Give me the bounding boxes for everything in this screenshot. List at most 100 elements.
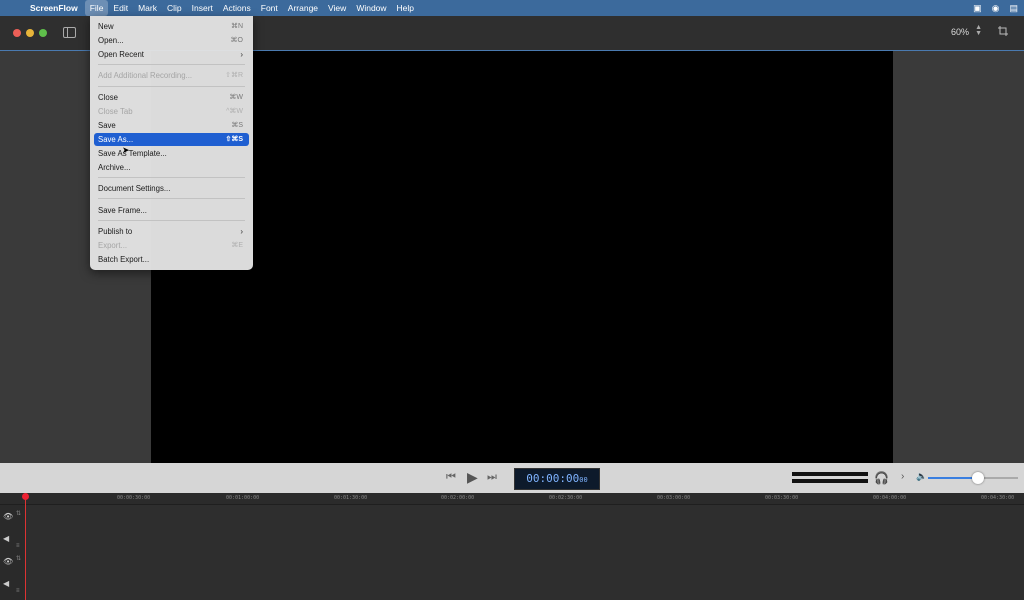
menu-actions[interactable]: Actions (218, 0, 256, 16)
volume-slider[interactable] (928, 472, 1018, 484)
ruler-tick: 00:01:30:00 (334, 495, 368, 501)
headphones-icon[interactable]: 🎧 (874, 471, 889, 485)
track-stepper-icon[interactable]: ⇅ (16, 555, 21, 562)
track-handle-icon[interactable]: ≡ (16, 588, 20, 594)
menu-item-close-tab[interactable]: Close Tab ^⌘W (94, 105, 249, 118)
menu-item-new[interactable]: New ⌘N (94, 20, 249, 33)
menu-item-shortcut: ⌘E (231, 242, 243, 249)
menu-item-save[interactable]: Save ⌘S (94, 119, 249, 132)
ruler-tick: 00:03:00:00 (657, 495, 691, 501)
menu-item-label: New (98, 22, 114, 31)
menu-separator (98, 220, 245, 221)
track-audio-speaker-icon[interactable]: ◀ (3, 579, 9, 588)
menu-item-publish-to[interactable]: Publish to › (94, 225, 249, 238)
status-eye-icon[interactable]: ◉ (992, 3, 1000, 14)
menu-item-save-as-template[interactable]: Save As Template... (94, 147, 249, 160)
menu-item-label: Add Additional Recording... (98, 71, 193, 80)
menu-item-archive[interactable]: Archive... (94, 161, 249, 174)
submenu-chevron-icon: › (240, 50, 243, 59)
menu-window[interactable]: Window (351, 0, 391, 16)
speaker-icon: 🔈 (916, 471, 928, 481)
menu-font[interactable]: Font (256, 0, 283, 16)
menu-item-label: Close (98, 93, 118, 102)
ruler-tick: 00:03:30:00 (765, 495, 799, 501)
volume-fill (928, 477, 978, 479)
menu-item-label: Batch Export... (98, 255, 150, 264)
zoom-level[interactable]: 60% (951, 27, 969, 37)
ruler-tick: 00:01:00:00 (226, 495, 260, 501)
menu-item-shortcut: ⌘W (229, 94, 243, 101)
menu-app-name[interactable]: ScreenFlow (28, 0, 85, 16)
menu-item-export[interactable]: Export... ⌘E (94, 239, 249, 252)
timecode-display[interactable]: 00:00:0000 (514, 468, 600, 490)
menu-item-label: Publish to (98, 227, 133, 236)
screen-record-icon[interactable]: ▣ (973, 3, 982, 14)
timeline-ruler[interactable]: 00:00:30:00 00:01:00:00 00:01:30:00 00:0… (0, 493, 1024, 505)
menu-edit[interactable]: Edit (108, 0, 133, 16)
track-handle-icon[interactable]: ≡ (16, 543, 20, 549)
menu-item-open[interactable]: Open... ⌘O (94, 34, 249, 47)
menu-item-shortcut: ⇧⌘R (225, 72, 243, 79)
rewind-icon[interactable]: ⏮ (446, 471, 456, 484)
ruler-tick: 00:04:30:00 (981, 495, 1015, 501)
track-visibility-eye-icon[interactable]: 👁 (3, 557, 13, 566)
menu-separator (98, 177, 245, 178)
timecode-frames: 00 (579, 476, 588, 484)
timeline-tracks[interactable] (0, 505, 1024, 600)
menu-separator (98, 64, 245, 65)
minimize-window-button[interactable] (26, 29, 34, 37)
menu-item-label: Save (98, 121, 116, 130)
menu-item-label: Open... (98, 36, 124, 45)
chevron-right-icon[interactable]: › (901, 471, 904, 482)
volume-knob[interactable] (971, 472, 984, 484)
submenu-chevron-icon: › (240, 227, 243, 236)
menu-item-save-as[interactable]: Save As... ⇧⌘S (94, 133, 249, 146)
menu-item-label: Save Frame... (98, 206, 147, 215)
menu-bar: ScreenFlow File Edit Mark Clip Insert Ac… (0, 0, 1024, 16)
playhead-handle[interactable] (22, 493, 29, 500)
ruler-tick: 00:04:00:00 (873, 495, 907, 501)
menu-item-batch-export[interactable]: Batch Export... (94, 253, 249, 266)
crop-icon[interactable] (998, 26, 1008, 36)
menu-item-document-settings[interactable]: Document Settings... (94, 182, 249, 195)
menu-item-label: Export... (98, 241, 128, 250)
menu-item-label: Archive... (98, 163, 131, 172)
menu-view[interactable]: View (323, 0, 351, 16)
menu-help[interactable]: Help (392, 0, 419, 16)
file-menu-dropdown: New ⌘N Open... ⌘O Open Recent › Add Addi… (90, 16, 253, 270)
menu-separator (98, 86, 245, 87)
transport-bar: ⏮ ▶ ⏭ 00:00:0000 🎧 › 🔈 (0, 463, 1024, 493)
menu-item-add-additional-recording[interactable]: Add Additional Recording... ⇧⌘R (94, 69, 249, 82)
ruler-tick: 00:02:30:00 (549, 495, 583, 501)
menu-extra-icon[interactable]: ▤ (1009, 3, 1018, 14)
zoom-stepper-icon[interactable]: ▲ ▼ (975, 24, 982, 37)
menu-item-label: Save As... (98, 135, 134, 144)
menu-item-close[interactable]: Close ⌘W (94, 91, 249, 104)
menu-item-open-recent[interactable]: Open Recent › (94, 48, 249, 61)
track-headers: 👁 ⇅ ◀ ≡ 👁 ⇅ ◀ ≡ (0, 505, 25, 600)
ruler-tick: 00:02:00:00 (441, 495, 475, 501)
menu-clip[interactable]: Clip (162, 0, 187, 16)
menu-arrange[interactable]: Arrange (283, 0, 323, 16)
zoom-window-button[interactable] (39, 29, 47, 37)
menu-mark[interactable]: Mark (133, 0, 162, 16)
fast-forward-icon[interactable]: ⏭ (487, 471, 497, 484)
menu-item-shortcut: ⌘S (231, 122, 243, 129)
playhead-line (25, 497, 26, 600)
close-window-button[interactable] (13, 29, 21, 37)
menu-file[interactable]: File (84, 0, 109, 16)
menu-item-save-frame[interactable]: Save Frame... (94, 204, 249, 217)
sidebar-toggle-icon[interactable] (63, 27, 76, 38)
menu-insert[interactable]: Insert (187, 0, 218, 16)
menu-item-label: Close Tab (98, 107, 133, 116)
mouse-cursor-icon: ➤ (122, 145, 130, 155)
track-audio-speaker-icon[interactable]: ◀ (3, 534, 9, 543)
play-icon[interactable]: ▶ (467, 469, 478, 486)
track-visibility-eye-icon[interactable]: 👁 (3, 512, 13, 521)
track-stepper-icon[interactable]: ⇅ (16, 510, 21, 517)
menu-item-label: Document Settings... (98, 184, 171, 193)
menu-item-shortcut: ⇧⌘S (225, 136, 243, 143)
video-canvas[interactable] (151, 51, 893, 463)
menu-item-shortcut: ⌘O (230, 37, 243, 44)
timecode-main: 00:00:00 (526, 472, 580, 485)
